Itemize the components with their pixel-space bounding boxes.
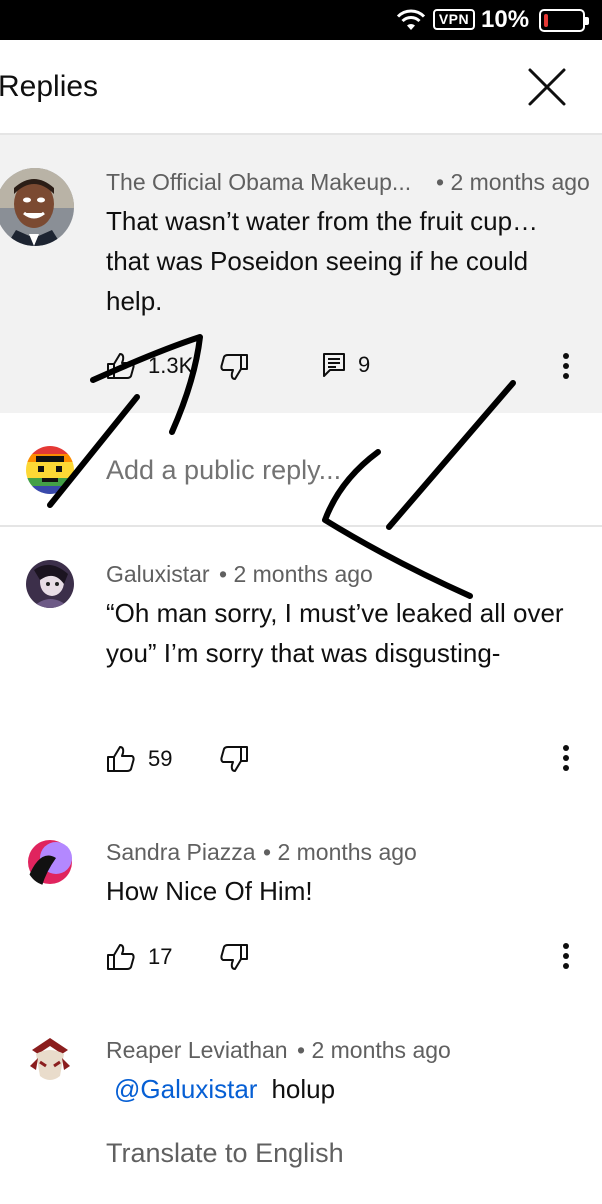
close-icon[interactable] [527, 67, 567, 107]
reply-count: 9 [358, 352, 371, 377]
dislike-button[interactable] [219, 943, 249, 971]
like-count: 17 [148, 944, 173, 969]
avatar-image [26, 1036, 74, 1084]
comment-text: How Nice Of Him! [106, 876, 313, 906]
avatar[interactable] [0, 168, 74, 246]
battery-percent: 10% [481, 6, 530, 33]
replies-header: Replies [0, 40, 602, 135]
wifi-icon [396, 9, 426, 30]
like-button[interactable]: 59 [106, 745, 172, 773]
like-count: 1.3K [148, 353, 194, 378]
comment-time: • 2 months ago [436, 169, 590, 195]
like-count: 59 [148, 746, 173, 771]
comment-text: @Galuxistar holup [114, 1069, 584, 1109]
thumbs-up-icon [107, 746, 135, 772]
avatar [26, 446, 74, 494]
thumbs-down-icon [220, 354, 248, 380]
page-title: Replies [0, 70, 99, 103]
comment-time: • 2 months ago [297, 1037, 451, 1063]
reply-composer[interactable]: Add a public reply... [0, 413, 602, 527]
avatar[interactable] [26, 838, 74, 886]
translate-button[interactable]: Translate to English [106, 1137, 344, 1169]
more-options-icon[interactable] [561, 942, 571, 970]
more-options-icon[interactable] [561, 352, 571, 380]
battery-icon [539, 9, 589, 32]
dislike-button[interactable] [219, 353, 249, 381]
parent-comment: The Official Obama Makeup... • 2 months … [0, 135, 602, 413]
thumbs-down-icon [220, 746, 248, 772]
status-bar: VPN 10% [0, 0, 602, 40]
avatar[interactable] [26, 560, 74, 608]
thumbs-down-icon [220, 944, 248, 970]
thumbs-up-icon [107, 353, 135, 379]
dislike-button[interactable] [219, 745, 249, 773]
comment-time: • 2 months ago [219, 561, 373, 587]
vpn-badge: VPN [433, 9, 475, 30]
comment-time: • 2 months ago [263, 839, 417, 865]
like-button[interactable]: 17 [106, 943, 172, 971]
comment-icon [323, 353, 345, 377]
comment-author[interactable]: Sandra Piazza [106, 838, 256, 866]
comment-author[interactable]: Reaper Leviathan [106, 1036, 288, 1064]
reply-input-field[interactable]: Add a public reply... [106, 454, 341, 486]
comment-text-body: holup [271, 1074, 336, 1104]
comment-text: That wasn’t water from the fruit cup… th… [106, 206, 539, 316]
comment-text: “Oh man sorry, I must’ve leaked all over… [106, 598, 564, 668]
avatar-image [0, 168, 74, 246]
comment-author[interactable]: The Official Obama Makeup... [106, 168, 411, 196]
avatar-image [26, 560, 74, 608]
battery-level [544, 14, 548, 27]
avatar[interactable] [26, 1036, 74, 1084]
thumbs-up-icon [107, 944, 135, 970]
like-button[interactable]: 1.3K [106, 352, 193, 380]
avatar-image [26, 446, 74, 494]
comment-author[interactable]: Galuxistar [106, 560, 210, 588]
replies-button[interactable]: 9 [322, 352, 370, 378]
mention-link[interactable]: @Galuxistar [114, 1074, 257, 1104]
more-options-icon[interactable] [561, 744, 571, 772]
avatar-image [26, 838, 74, 886]
